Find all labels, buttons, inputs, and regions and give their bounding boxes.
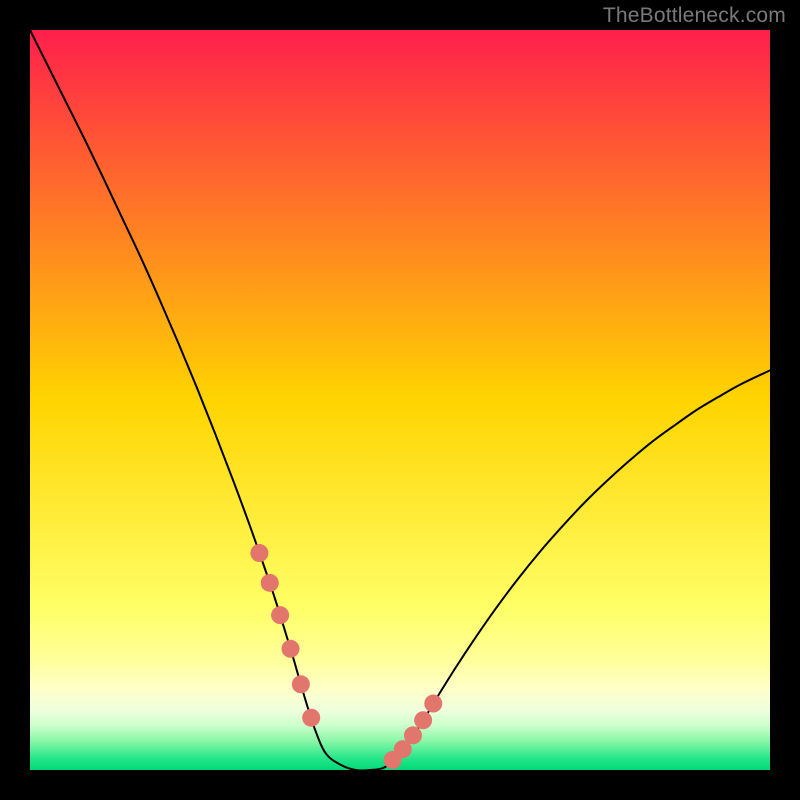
plot-background-gradient xyxy=(30,30,770,770)
highlight-dot xyxy=(424,695,442,713)
highlight-dot xyxy=(414,711,432,729)
highlight-dot xyxy=(292,675,310,693)
site-watermark: TheBottleneck.com xyxy=(603,4,786,28)
highlight-dot xyxy=(261,574,279,592)
highlight-dot xyxy=(281,640,299,658)
chart-frame: TheBottleneck.com xyxy=(0,0,800,800)
bottleneck-chart xyxy=(0,0,800,800)
highlight-dot xyxy=(250,544,268,562)
highlight-dot xyxy=(404,726,422,744)
highlight-dot xyxy=(302,709,320,727)
highlight-dot xyxy=(271,606,289,624)
